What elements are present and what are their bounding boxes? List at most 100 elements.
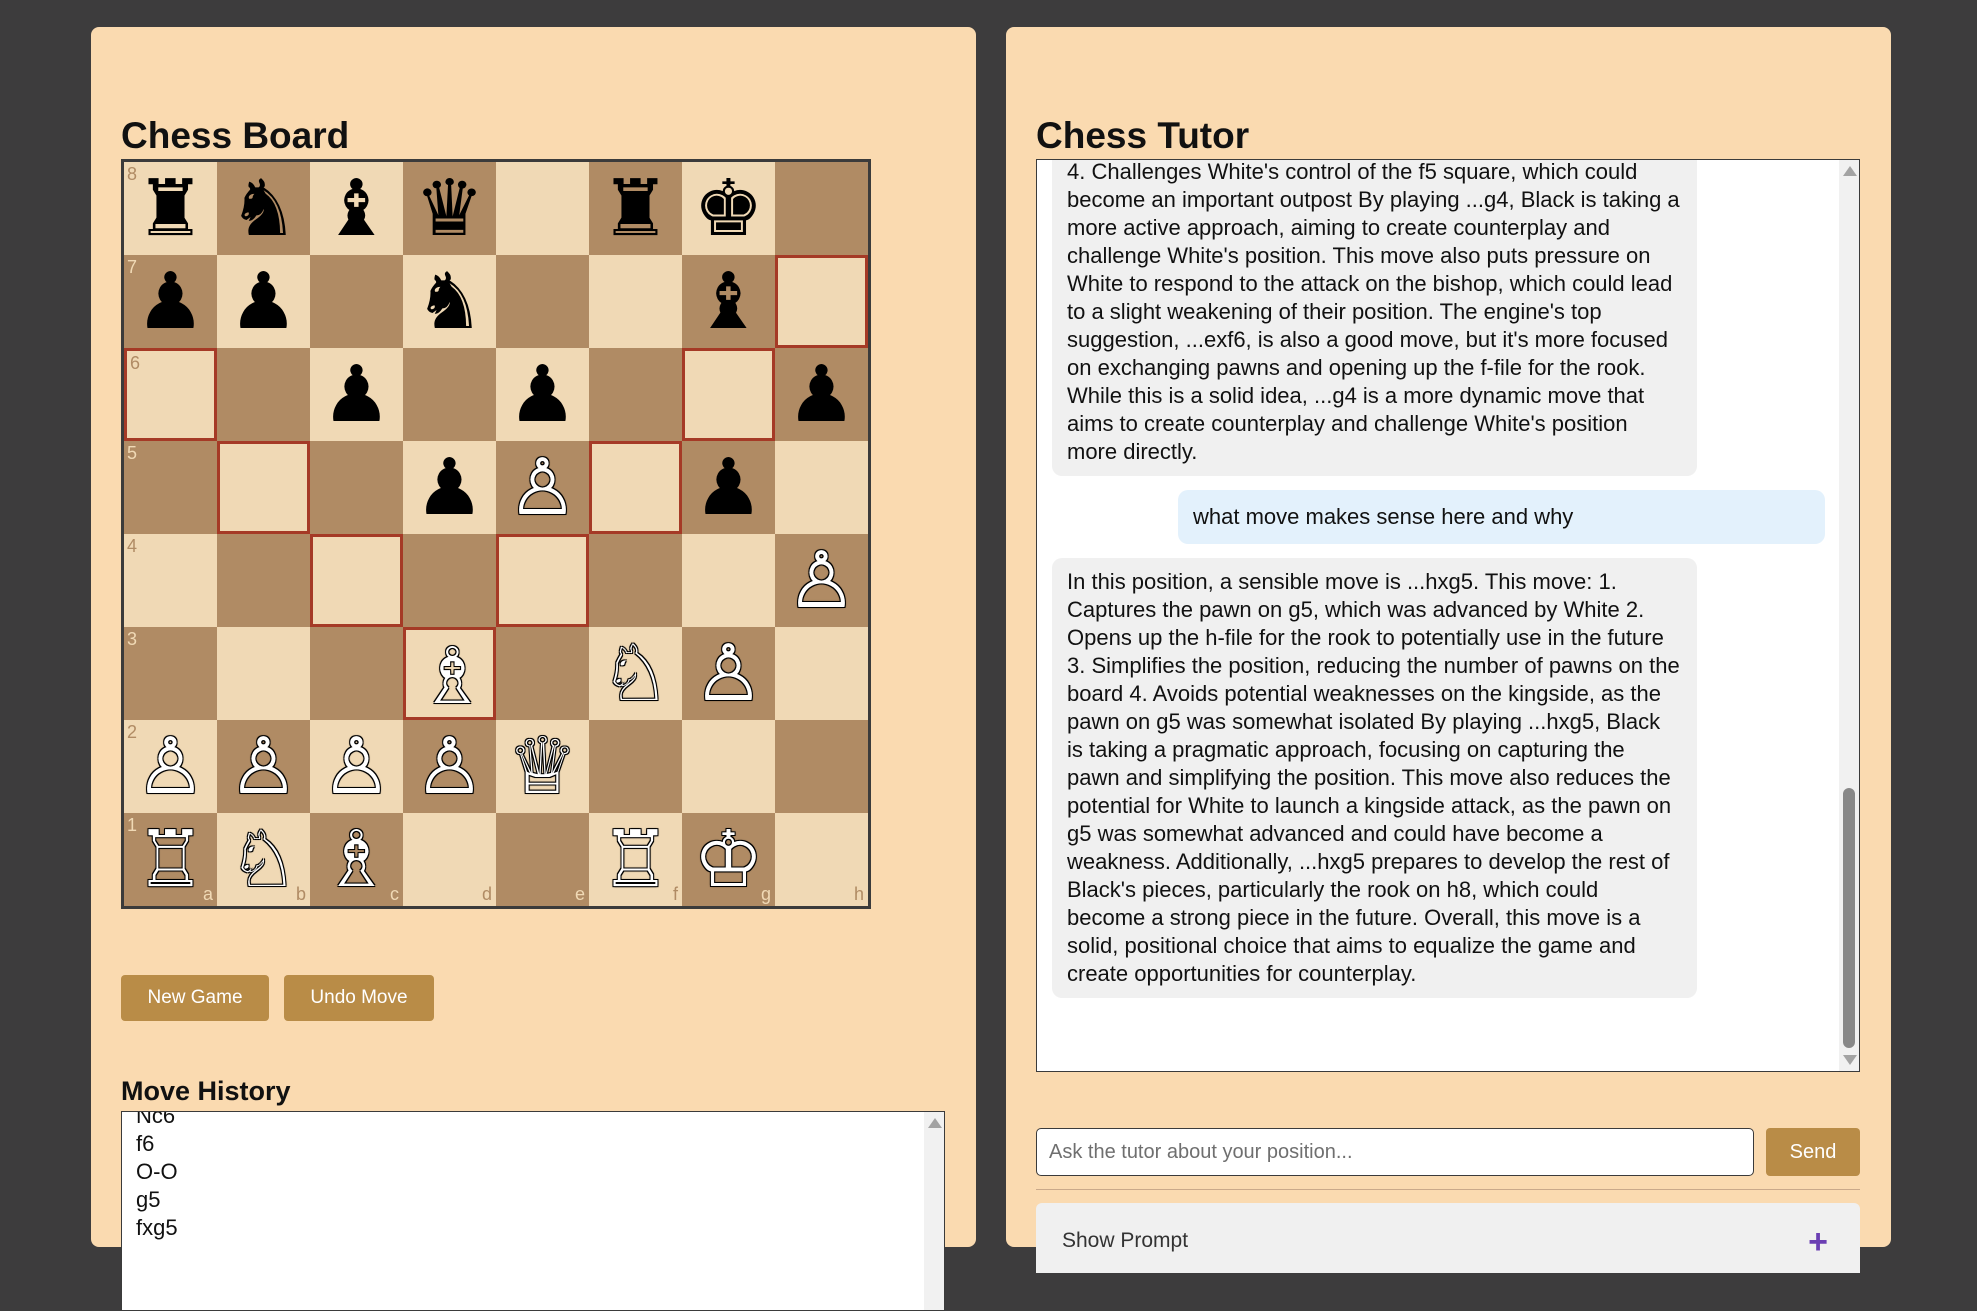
piece-a7[interactable]: ♟ bbox=[124, 255, 217, 348]
square-e8[interactable] bbox=[496, 162, 589, 255]
square-b7[interactable]: ♟ bbox=[217, 255, 310, 348]
piece-g8[interactable]: ♚ bbox=[682, 162, 775, 255]
square-f4[interactable] bbox=[589, 534, 682, 627]
piece-e6[interactable]: ♟ bbox=[496, 348, 589, 441]
square-d3[interactable]: ♗ bbox=[403, 627, 496, 720]
square-f1[interactable]: ♖ f bbox=[589, 813, 682, 906]
tutor-question-input[interactable] bbox=[1036, 1128, 1754, 1176]
square-e2[interactable]: ♕ bbox=[496, 720, 589, 813]
piece-h4[interactable]: ♙ bbox=[775, 534, 868, 627]
square-b1[interactable]: ♘ b bbox=[217, 813, 310, 906]
piece-f8[interactable]: ♜ bbox=[589, 162, 682, 255]
square-g7[interactable]: ♝ bbox=[682, 255, 775, 348]
square-a6[interactable]: 6 bbox=[124, 348, 217, 441]
square-f5[interactable] bbox=[589, 441, 682, 534]
square-e5[interactable]: ♙ bbox=[496, 441, 589, 534]
square-d5[interactable]: ♟ bbox=[403, 441, 496, 534]
square-h5[interactable] bbox=[775, 441, 868, 534]
piece-g3[interactable]: ♙ bbox=[682, 627, 775, 720]
chat-messages[interactable]: 4. Challenges White's control of the f5 … bbox=[1036, 159, 1860, 1072]
square-g2[interactable] bbox=[682, 720, 775, 813]
square-g8[interactable]: ♚ bbox=[682, 162, 775, 255]
square-d8[interactable]: ♛ bbox=[403, 162, 496, 255]
square-e7[interactable] bbox=[496, 255, 589, 348]
piece-d8[interactable]: ♛ bbox=[403, 162, 496, 255]
piece-b2[interactable]: ♙ bbox=[217, 720, 310, 813]
square-a5[interactable]: 5 bbox=[124, 441, 217, 534]
square-b3[interactable] bbox=[217, 627, 310, 720]
square-a3[interactable]: 3 bbox=[124, 627, 217, 720]
square-e1[interactable]: e bbox=[496, 813, 589, 906]
piece-a8[interactable]: ♜ bbox=[124, 162, 217, 255]
square-g5[interactable]: ♟ bbox=[682, 441, 775, 534]
square-d4[interactable] bbox=[403, 534, 496, 627]
piece-b8[interactable]: ♞ bbox=[217, 162, 310, 255]
piece-e2[interactable]: ♕ bbox=[496, 720, 589, 813]
chess-board[interactable]: ♜ 8 ♞ ♝ ♛ ♜ ♚ ♟ 7 ♟ ♞ ♝ 6 ♟ ♟ ♟ 5 ♟ ♙ ♟ 4 ♙ 3 ♗ ♘ ♙ ♙ 2 ♙ ♙ ♙ ♕ ♖ 1 a ♘ b ♗ c d… bbox=[121, 159, 871, 909]
piece-g5[interactable]: ♟ bbox=[682, 441, 775, 534]
square-d2[interactable]: ♙ bbox=[403, 720, 496, 813]
chat-scrollbar[interactable] bbox=[1839, 160, 1859, 1071]
piece-e5[interactable]: ♙ bbox=[496, 441, 589, 534]
square-g6[interactable] bbox=[682, 348, 775, 441]
square-g3[interactable]: ♙ bbox=[682, 627, 775, 720]
square-h6[interactable]: ♟ bbox=[775, 348, 868, 441]
square-f8[interactable]: ♜ bbox=[589, 162, 682, 255]
square-d6[interactable] bbox=[403, 348, 496, 441]
square-f3[interactable]: ♘ bbox=[589, 627, 682, 720]
piece-c6[interactable]: ♟ bbox=[310, 348, 403, 441]
square-h8[interactable] bbox=[775, 162, 868, 255]
piece-h6[interactable]: ♟ bbox=[775, 348, 868, 441]
scroll-down-arrow-icon[interactable] bbox=[1843, 1055, 1857, 1065]
piece-d7[interactable]: ♞ bbox=[403, 255, 496, 348]
square-b6[interactable] bbox=[217, 348, 310, 441]
square-e4[interactable] bbox=[496, 534, 589, 627]
square-c8[interactable]: ♝ bbox=[310, 162, 403, 255]
send-button[interactable]: Send bbox=[1766, 1128, 1860, 1176]
scroll-up-arrow-icon[interactable] bbox=[1843, 166, 1857, 176]
square-f7[interactable] bbox=[589, 255, 682, 348]
square-b2[interactable]: ♙ bbox=[217, 720, 310, 813]
piece-d5[interactable]: ♟ bbox=[403, 441, 496, 534]
square-e6[interactable]: ♟ bbox=[496, 348, 589, 441]
square-a7[interactable]: ♟ 7 bbox=[124, 255, 217, 348]
square-h1[interactable]: h bbox=[775, 813, 868, 906]
square-h2[interactable] bbox=[775, 720, 868, 813]
square-a8[interactable]: ♜ 8 bbox=[124, 162, 217, 255]
square-b4[interactable] bbox=[217, 534, 310, 627]
square-g4[interactable] bbox=[682, 534, 775, 627]
show-prompt-toggle[interactable]: Show Prompt + bbox=[1036, 1203, 1860, 1273]
square-h4[interactable]: ♙ bbox=[775, 534, 868, 627]
piece-a2[interactable]: ♙ bbox=[124, 720, 217, 813]
square-d7[interactable]: ♞ bbox=[403, 255, 496, 348]
piece-d2[interactable]: ♙ bbox=[403, 720, 496, 813]
square-c1[interactable]: ♗ c bbox=[310, 813, 403, 906]
piece-d3[interactable]: ♗ bbox=[406, 630, 499, 723]
new-game-button[interactable]: New Game bbox=[121, 975, 269, 1021]
square-f6[interactable] bbox=[589, 348, 682, 441]
piece-f3[interactable]: ♘ bbox=[589, 627, 682, 720]
scroll-up-arrow-icon[interactable] bbox=[928, 1118, 942, 1128]
square-h3[interactable] bbox=[775, 627, 868, 720]
square-e3[interactable] bbox=[496, 627, 589, 720]
square-a2[interactable]: ♙ 2 bbox=[124, 720, 217, 813]
square-c6[interactable]: ♟ bbox=[310, 348, 403, 441]
square-c3[interactable] bbox=[310, 627, 403, 720]
square-d1[interactable]: d bbox=[403, 813, 496, 906]
square-a4[interactable]: 4 bbox=[124, 534, 217, 627]
square-c5[interactable] bbox=[310, 441, 403, 534]
chat-scroll-thumb[interactable] bbox=[1843, 788, 1855, 1048]
piece-c8[interactable]: ♝ bbox=[310, 162, 403, 255]
move-history-list[interactable]: Nc6 f6 O-O g5 fxg5 bbox=[121, 1111, 945, 1311]
square-c4[interactable] bbox=[310, 534, 403, 627]
undo-move-button[interactable]: Undo Move bbox=[284, 975, 434, 1021]
piece-b7[interactable]: ♟ bbox=[217, 255, 310, 348]
square-b8[interactable]: ♞ bbox=[217, 162, 310, 255]
square-c7[interactable] bbox=[310, 255, 403, 348]
piece-c2[interactable]: ♙ bbox=[310, 720, 403, 813]
square-a1[interactable]: ♖ 1 a bbox=[124, 813, 217, 906]
piece-f1[interactable]: ♖ bbox=[589, 813, 682, 906]
piece-g7[interactable]: ♝ bbox=[682, 255, 775, 348]
square-c2[interactable]: ♙ bbox=[310, 720, 403, 813]
move-history-scrollbar[interactable] bbox=[924, 1112, 944, 1310]
